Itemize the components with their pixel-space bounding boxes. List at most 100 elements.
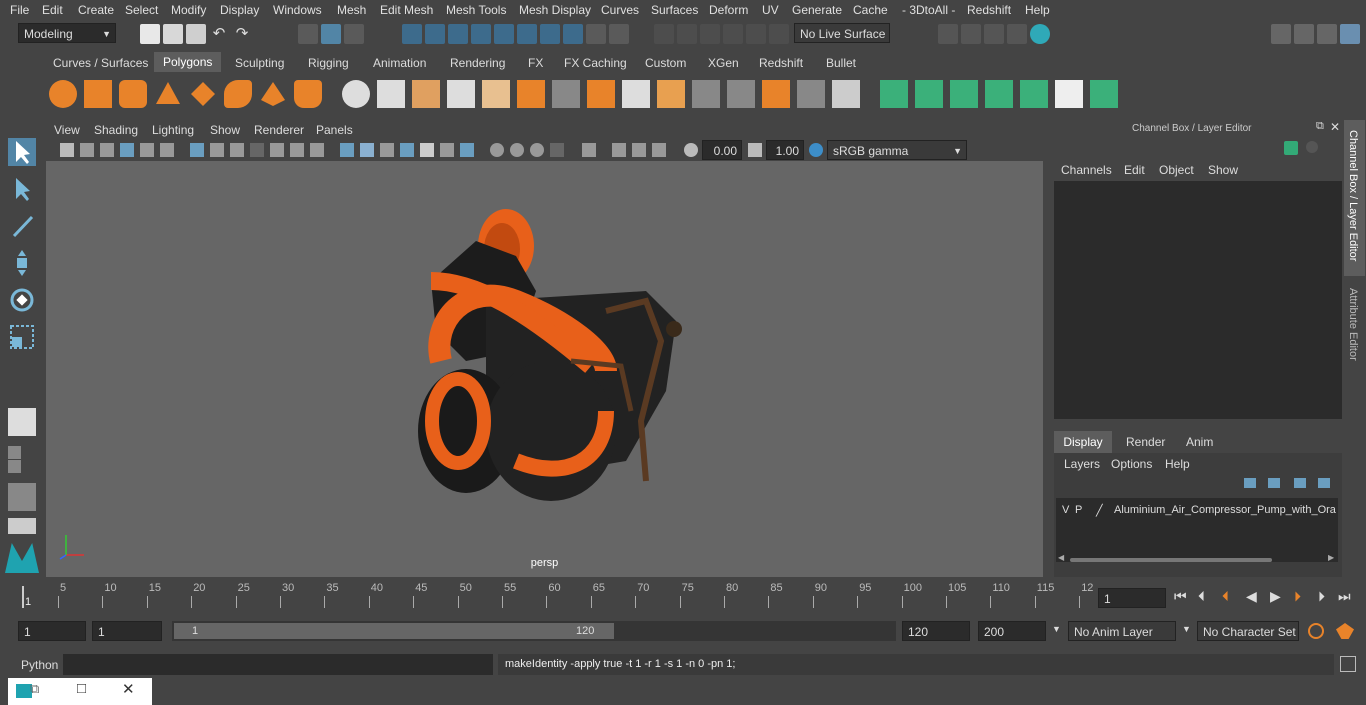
menu-select[interactable]: Select — [125, 3, 158, 17]
help-line-icon[interactable] — [563, 24, 583, 44]
float-panel-icon[interactable]: ⧉ — [1316, 120, 1324, 133]
open-scene-icon[interactable] — [163, 24, 183, 44]
rotate-tool-icon[interactable] — [8, 286, 36, 314]
anti-aliasing-icon[interactable] — [530, 143, 544, 157]
layer-menu-help[interactable]: Help — [1165, 457, 1190, 471]
range-slider-track[interactable]: 1 120 — [172, 621, 896, 641]
scale-tool-icon[interactable] — [8, 323, 36, 351]
toggle-panel-icon[interactable] — [1294, 24, 1314, 44]
command-input[interactable] — [63, 654, 493, 675]
shelf-tab-rigging[interactable]: Rigging — [308, 56, 349, 70]
channel-menu-channels[interactable]: Channels — [1061, 163, 1112, 177]
depth-of-field-icon[interactable] — [550, 143, 564, 157]
scene-start-field[interactable]: 1 — [18, 621, 86, 641]
menu-uv[interactable]: UV — [762, 3, 779, 17]
shelf-tab-fx[interactable]: FX — [528, 56, 543, 70]
textured-icon[interactable] — [420, 143, 434, 157]
poly-plane-icon[interactable] — [189, 80, 217, 108]
poly-sphere-icon[interactable] — [49, 80, 77, 108]
channel-box-green-icon[interactable] — [1284, 141, 1298, 155]
snap-live-icon[interactable] — [517, 24, 537, 44]
layer-tab-anim[interactable]: Anim — [1186, 435, 1213, 449]
uv-editor-icon[interactable] — [1020, 80, 1048, 108]
four-view-layout-icon[interactable] — [8, 446, 21, 459]
layer-name[interactable]: Aluminium_Air_Compressor_Pump_with_Ora — [1114, 504, 1338, 516]
panel-menu-lighting[interactable]: Lighting — [152, 123, 194, 137]
scene-end-field[interactable]: 200 — [978, 621, 1046, 641]
layer-visibility-toggle[interactable]: V — [1062, 504, 1069, 516]
xray-joints-icon[interactable] — [632, 143, 646, 157]
shadows-icon[interactable] — [460, 143, 474, 157]
paint-select-tool-icon[interactable] — [8, 212, 36, 240]
step-forward-key-icon[interactable]: ⏵ — [1294, 588, 1301, 605]
shelf-tab-curves-surfaces[interactable]: Curves / Surfaces — [53, 56, 148, 70]
script-editor-icon[interactable] — [1340, 656, 1356, 672]
side-tab-attribute-editor[interactable]: Attribute Editor — [1344, 286, 1365, 376]
menu-generate[interactable]: Generate — [792, 3, 842, 17]
offset-edge-loop-icon[interactable] — [727, 80, 755, 108]
grid-icon[interactable] — [190, 143, 204, 157]
extrude-icon[interactable] — [587, 80, 615, 108]
separate-icon[interactable] — [377, 80, 405, 108]
step-forward-icon[interactable]: ⏵ — [1318, 588, 1325, 605]
menu-surfaces[interactable]: Surfaces — [651, 3, 698, 17]
new-layer-icon[interactable] — [1294, 478, 1306, 488]
checker-icon[interactable] — [1055, 80, 1083, 108]
bevel-icon[interactable] — [622, 80, 650, 108]
bookmark-icon[interactable] — [100, 143, 114, 157]
select-by-hierarchy-icon[interactable] — [298, 24, 318, 44]
screen-space-ao-icon[interactable] — [490, 143, 504, 157]
redo-icon[interactable]: ↷ — [232, 24, 252, 44]
xray-icon[interactable] — [612, 143, 626, 157]
exposure-field[interactable]: 0.00 — [702, 140, 742, 160]
anim-layer-dropdown[interactable]: No Anim Layer — [1068, 621, 1176, 641]
side-tab-channel-box[interactable]: Channel Box / Layer Editor — [1344, 120, 1365, 276]
shelf-tab-rendering[interactable]: Rendering — [450, 56, 505, 70]
menu-curves[interactable]: Curves — [601, 3, 639, 17]
snap-view-plane-icon[interactable] — [471, 24, 491, 44]
attribute-editor-icon[interactable] — [1317, 24, 1337, 44]
persp-outliner-layout-icon[interactable] — [8, 460, 21, 473]
animation-preferences-icon[interactable] — [1336, 623, 1354, 639]
shelf-tab-animation[interactable]: Animation — [373, 56, 426, 70]
shelf-tab-sculpting[interactable]: Sculpting — [235, 56, 284, 70]
shelf-tab-redshift[interactable]: Redshift — [759, 56, 803, 70]
playback-start-field[interactable]: 1 — [92, 621, 162, 641]
range-slider-handle[interactable] — [174, 623, 614, 639]
automatic-uv-icon[interactable] — [985, 80, 1013, 108]
step-back-key-icon[interactable]: ⏴ — [1222, 588, 1229, 605]
motion-blur-icon[interactable] — [510, 143, 524, 157]
channel-box-list[interactable] — [1054, 181, 1342, 419]
channel-menu-edit[interactable]: Edit — [1124, 163, 1145, 177]
menu-cache[interactable]: Cache — [853, 3, 888, 17]
image-plane-icon[interactable] — [120, 143, 134, 157]
shelf-tab-polygons[interactable]: Polygons — [154, 52, 222, 72]
panel-menu-view[interactable]: View — [54, 123, 80, 137]
field-chart-icon[interactable] — [270, 143, 284, 157]
colorspace-dropdown[interactable]: sRGB gamma ▼ — [827, 140, 967, 160]
poly-cube-icon[interactable] — [84, 80, 112, 108]
menu-deform[interactable]: Deform — [709, 3, 748, 17]
auto-key-icon[interactable] — [1308, 623, 1324, 639]
gamma-icon[interactable] — [748, 143, 762, 157]
smooth-icon[interactable] — [447, 80, 475, 108]
menu-3dtoall[interactable]: - 3DtoAll - — [902, 3, 955, 17]
layer-list-scrollbar[interactable] — [1070, 558, 1272, 562]
symmetry-icon[interactable] — [654, 24, 674, 44]
scroll-left-icon[interactable]: ◀ — [1058, 553, 1064, 562]
go-to-end-icon[interactable]: ⏭ — [1338, 588, 1351, 605]
single-perspective-layout-icon[interactable] — [8, 408, 36, 436]
menu-display[interactable]: Display — [220, 3, 259, 17]
close-panel-icon[interactable]: ✕ — [1330, 120, 1340, 134]
poly-torus-icon[interactable] — [224, 80, 252, 108]
perspective-viewport[interactable]: persp — [46, 161, 1043, 577]
two-d-pan-icon[interactable] — [140, 143, 154, 157]
multi-cut-icon[interactable] — [552, 80, 580, 108]
resolution-gate-icon[interactable] — [230, 143, 244, 157]
poly-cone-icon[interactable] — [154, 80, 182, 108]
fill-hole-icon[interactable] — [797, 80, 825, 108]
render-view-icon[interactable] — [938, 24, 958, 44]
play-forwards-icon[interactable]: ▶ — [1270, 588, 1281, 605]
spherical-uv-icon[interactable] — [950, 80, 978, 108]
layer-tab-display[interactable]: Display — [1054, 431, 1112, 453]
